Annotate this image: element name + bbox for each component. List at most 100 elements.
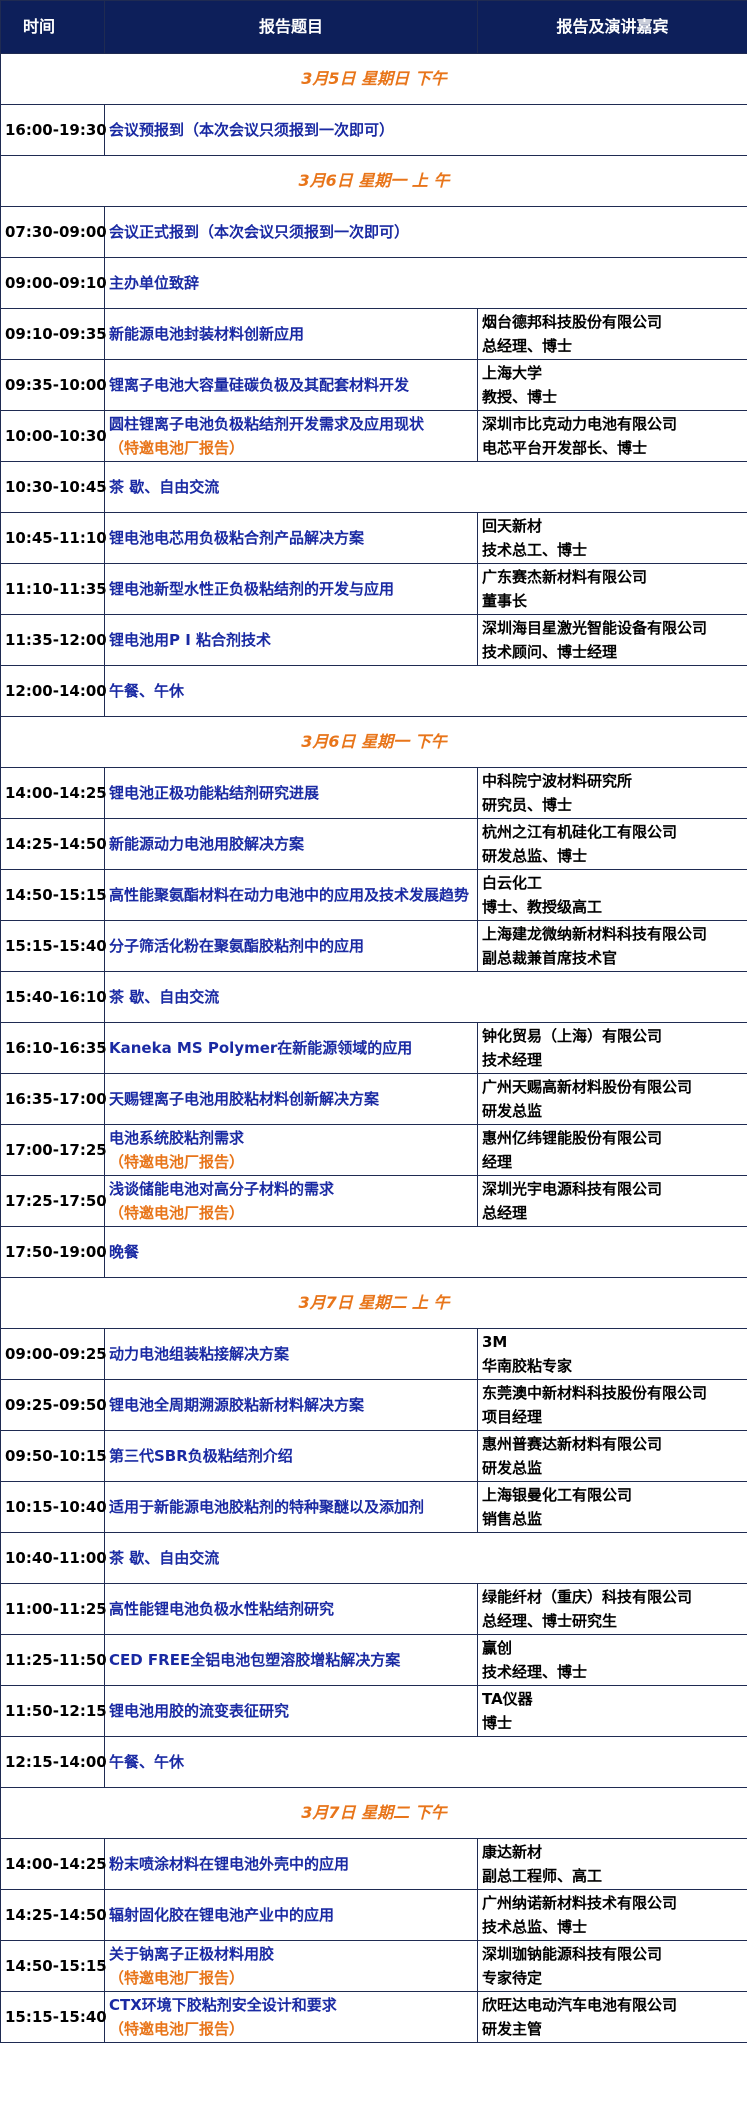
agenda-row: 14:50-15:15 高性能聚氨酯材料在动力电池中的应用及技术发展趋势 白云化工博… bbox=[0, 869, 747, 921]
session-time: 12:15-14:00 bbox=[0, 1736, 107, 1788]
speaker-org: 深圳市比克动力电池有限公司 bbox=[482, 415, 678, 433]
session-topic: 锂离子电池大容量硅碳负极及其配套材料开发 bbox=[104, 359, 478, 411]
session-time: 17:00-17:25 bbox=[0, 1124, 107, 1176]
speaker-info: 中科院宁波材料研究所 研究员、博士 bbox=[477, 767, 747, 819]
speaker-org: 深圳光宇电源科技有限公司 bbox=[482, 1180, 663, 1198]
speaker-org: 深圳海目星激光智能设备有限公司 bbox=[482, 619, 708, 637]
agenda-row: 17:50-19:00 晚餐 bbox=[0, 1226, 747, 1278]
speaker-role: 教授、博士 bbox=[482, 388, 558, 406]
speaker-org: 白云化工 bbox=[482, 874, 543, 892]
agenda-row: 15:15-15:40 分子筛活化粉在聚氨酯胶粘剂中的应用 上海建龙微纳新材料科技有… bbox=[0, 920, 747, 972]
section-label: 3月7日 星期二 上 午 bbox=[0, 1277, 747, 1329]
session-topic: 会议正式报到（本次会议只须报到一次即可） bbox=[104, 206, 747, 258]
speaker-info: 东莞澳中新材料科技股份有限公司 项目经理 bbox=[477, 1379, 747, 1431]
agenda-row: 10:40-11:00 茶 歇、自由交流 bbox=[0, 1532, 747, 1584]
speaker-org: 康达新材 bbox=[482, 1843, 543, 1861]
topic-title: 午餐、午休 bbox=[109, 1753, 185, 1771]
agenda-row: 14:00-14:25 锂电池正极功能粘结剂研究进展 中科院宁波材料研究所 研究员、博… bbox=[0, 767, 747, 819]
session-topic: 锂电池全周期溯源胶粘新材料解决方案 bbox=[104, 1379, 478, 1431]
topic-title: 新能源电池封装材料创新应用 bbox=[109, 325, 305, 343]
speaker-info: 赢创 技术经理、博士 bbox=[477, 1634, 747, 1686]
speaker-info: 绿能纤材（重庆）科技有限公司 总经理、博士研究生 bbox=[477, 1583, 747, 1635]
speaker-org: 3M bbox=[482, 1333, 508, 1351]
speaker-info: 康达新材副总工程师、高工 bbox=[477, 1838, 747, 1890]
session-time: 10:45-11:10 bbox=[0, 512, 107, 564]
topic-title: 锂离子电池大容量硅碳负极及其配套材料开发 bbox=[109, 376, 410, 394]
topic-title: 锂电池用胶的流变表征研究 bbox=[109, 1702, 290, 1720]
speaker-info: 广东赛杰新材料有限公司 董事长 bbox=[477, 563, 747, 615]
topic-title: CTX环境下胶粘剂安全设计和要求 bbox=[109, 1996, 337, 2014]
speaker-role: 电芯平台开发部长、博士 bbox=[482, 439, 648, 457]
session-topic: 茶 歇、自由交流 bbox=[104, 1532, 747, 1584]
speaker-info: 欣旺达电动汽车电池有限公司 研发主管 bbox=[477, 1991, 747, 2043]
agenda-row: 14:00-14:25 粉末喷涂材料在锂电池外壳中的应用 康达新材 副总工程师、高工 bbox=[0, 1838, 747, 1890]
speaker-role: 技术经理 bbox=[482, 1051, 543, 1069]
speaker-org: 钟化贸易（上海）有限公司 bbox=[482, 1027, 663, 1045]
topic-title: 动力电池组装粘接解决方案 bbox=[109, 1345, 290, 1363]
speaker-org: 烟台德邦科技股份有限公司 bbox=[482, 313, 663, 331]
agenda-row: 11:50-12:15 锂电池用胶的流变表征研究 TA仪器 博士 bbox=[0, 1685, 747, 1737]
speaker-role: 博士、教授级高工 bbox=[482, 898, 603, 916]
agenda-row: 07:30-09:00 会议正式报到（本次会议只须报到一次即可） bbox=[0, 206, 747, 258]
topic-title: 圆柱锂离子电池负极粘结剂开发需求及应用现状 bbox=[109, 415, 425, 433]
topic-title: 浅谈储能电池对高分子材料的需求 bbox=[109, 1180, 335, 1198]
topic-title: Kaneka MS Polymer在新能源领域的应用 bbox=[109, 1039, 413, 1057]
section-row: 3月7日 星期二 下午 bbox=[0, 1787, 747, 1839]
agenda-row: 16:10-16:35 Kaneka MS Polymer在新能源领域的应用 钟化贸… bbox=[0, 1022, 747, 1074]
agenda-row: 17:25-17:50 浅谈储能电池对高分子材料的需求 （特邀电池厂报告） 深圳光宇电… bbox=[0, 1175, 747, 1227]
session-topic: 茶 歇、自由交流 bbox=[104, 971, 747, 1023]
topic-title: 电池系统胶粘剂需求 bbox=[109, 1129, 245, 1147]
session-time: 07:30-09:00 bbox=[0, 206, 107, 258]
agenda-row: 09:25-09:50 锂电池全周期溯源胶粘新材料解决方案 东莞澳中新材料科技股份有… bbox=[0, 1379, 747, 1431]
topic-title: 关于钠离子正极材料用胶 bbox=[109, 1945, 275, 1963]
agenda-row: 12:15-14:00 午餐、午休 bbox=[0, 1736, 747, 1788]
session-time: 09:00-09:10 bbox=[0, 257, 107, 309]
topic-title: 分子筛活化粉在聚氨酯胶粘剂中的应用 bbox=[109, 937, 365, 955]
agenda-row: 16:35-17:00 天赐锂离子电池用胶粘材料创新解决方案 广州天赐高新材料股份有… bbox=[0, 1073, 747, 1125]
speaker-role: 研发总监 bbox=[482, 1102, 543, 1120]
session-time: 11:25-11:50 bbox=[0, 1634, 107, 1686]
session-topic: 电池系统胶粘剂需求 （特邀电池厂报告） bbox=[104, 1124, 478, 1176]
agenda-row: 11:10-11:35 锂电池新型水性正负极粘结剂的开发与应用 广东赛杰新材料有限公… bbox=[0, 563, 747, 615]
topic-title: CED FREE全铝电池包塑溶胶增粘解决方案 bbox=[109, 1651, 401, 1669]
topic-title: 锂电池电芯用负极粘合剂产品解决方案 bbox=[109, 529, 365, 547]
session-topic: CED FREE全铝电池包塑溶胶增粘解决方案 bbox=[104, 1634, 478, 1686]
header-topic: 报告题目 bbox=[104, 0, 478, 54]
session-time: 14:50-15:15 bbox=[0, 869, 107, 921]
speaker-org: 广州纳诺新材料技术有限公司 bbox=[482, 1894, 678, 1912]
topic-title: 辐射固化胶在锂电池产业中的应用 bbox=[109, 1906, 335, 1924]
session-topic: CTX环境下胶粘剂安全设计和要求 （特邀电池厂报告） bbox=[104, 1991, 478, 2043]
section-row: 3月6日 星期一 下午 bbox=[0, 716, 747, 768]
session-time: 14:25-14:50 bbox=[0, 1889, 107, 1941]
session-topic: 主办单位致辞 bbox=[104, 257, 747, 309]
session-topic: 高性能聚氨酯材料在动力电池中的应用及技术发展趋势 bbox=[104, 869, 478, 921]
speaker-role: 技术总工、博士 bbox=[482, 541, 588, 559]
session-time: 10:30-10:45 bbox=[0, 461, 107, 513]
speaker-info: 回天新材 技术总工、博士 bbox=[477, 512, 747, 564]
session-time: 09:10-09:35 bbox=[0, 308, 107, 360]
session-topic: 会议预报到（本次会议只须报到一次即可） bbox=[104, 104, 747, 156]
header-time: 时间 bbox=[0, 0, 105, 54]
section-row: 3月7日 星期二 上 午 bbox=[0, 1277, 747, 1329]
speaker-org: 欣旺达电动汽车电池有限公司 bbox=[482, 1996, 678, 2014]
speaker-info: 上海建龙微纳新材料科技有限公司 副总裁兼首席技术官 bbox=[477, 920, 747, 972]
speaker-info: 杭州之江有机硅化工有限公司 研发总监、博士 bbox=[477, 818, 747, 870]
session-time: 09:00-09:25 bbox=[0, 1328, 107, 1380]
speaker-role: 技术顾问、博士经理 bbox=[482, 643, 618, 661]
session-topic: 午餐、午休 bbox=[104, 665, 747, 717]
speaker-info: 广州纳诺新材料技术有限公司 技术总监、博士 bbox=[477, 1889, 747, 1941]
speaker-org: 杭州之江有机硅化工有限公司 bbox=[482, 823, 678, 841]
section-label: 3月6日 星期一 下午 bbox=[0, 716, 747, 768]
session-time: 10:00-10:30 bbox=[0, 410, 107, 462]
speaker-role: 董事长 bbox=[482, 592, 528, 610]
speaker-role: 副总工程师、高工 bbox=[482, 1867, 603, 1885]
topic-title: 新能源动力电池用胶解决方案 bbox=[109, 835, 305, 853]
speaker-role: 总经理、博士 bbox=[482, 337, 573, 355]
session-topic: 锂电池电芯用负极粘合剂产品解决方案 bbox=[104, 512, 478, 564]
topic-title: 第三代SBR负极粘结剂介绍 bbox=[109, 1447, 293, 1465]
topic-title: 主办单位致辞 bbox=[109, 274, 200, 292]
speaker-role: 研发总监、博士 bbox=[482, 847, 588, 865]
section-label: 3月7日 星期二 下午 bbox=[0, 1787, 747, 1839]
session-time: 09:50-10:15 bbox=[0, 1430, 107, 1482]
session-time: 12:00-14:00 bbox=[0, 665, 107, 717]
